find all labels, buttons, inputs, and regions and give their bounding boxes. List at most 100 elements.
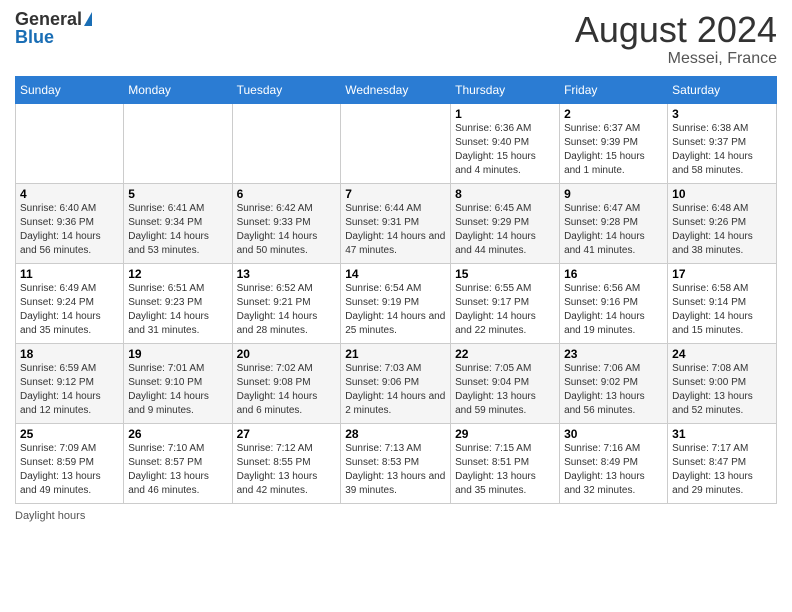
day-number: 22 (455, 347, 555, 361)
day-info: Sunrise: 7:01 AM Sunset: 9:10 PM Dayligh… (128, 362, 227, 418)
day-info: Sunrise: 6:55 AM Sunset: 9:17 PM Dayligh… (455, 282, 555, 338)
logo-blue-text: Blue (15, 28, 54, 46)
day-info: Sunrise: 6:47 AM Sunset: 9:28 PM Dayligh… (564, 202, 663, 258)
day-info: Sunrise: 7:03 AM Sunset: 9:06 PM Dayligh… (345, 362, 446, 418)
calendar-cell: 8Sunrise: 6:45 AM Sunset: 9:29 PM Daylig… (451, 183, 560, 263)
day-number: 9 (564, 187, 663, 201)
calendar-cell: 3Sunrise: 6:38 AM Sunset: 9:37 PM Daylig… (668, 103, 777, 183)
main-container: General Blue August 2024 Messei, France … (0, 0, 792, 532)
calendar-cell: 4Sunrise: 6:40 AM Sunset: 9:36 PM Daylig… (16, 183, 124, 263)
day-info: Sunrise: 6:54 AM Sunset: 9:19 PM Dayligh… (345, 282, 446, 338)
calendar-cell: 29Sunrise: 7:15 AM Sunset: 8:51 PM Dayli… (451, 423, 560, 503)
day-number: 13 (237, 267, 337, 281)
day-number: 30 (564, 427, 663, 441)
day-info: Sunrise: 7:12 AM Sunset: 8:55 PM Dayligh… (237, 442, 337, 498)
calendar-cell: 6Sunrise: 6:42 AM Sunset: 9:33 PM Daylig… (232, 183, 341, 263)
day-number: 15 (455, 267, 555, 281)
calendar-cell: 26Sunrise: 7:10 AM Sunset: 8:57 PM Dayli… (124, 423, 232, 503)
header-tuesday: Tuesday (232, 76, 341, 103)
calendar-cell: 23Sunrise: 7:06 AM Sunset: 9:02 PM Dayli… (560, 343, 668, 423)
day-info: Sunrise: 6:38 AM Sunset: 9:37 PM Dayligh… (672, 122, 772, 178)
day-number: 1 (455, 107, 555, 121)
day-number: 21 (345, 347, 446, 361)
calendar-cell: 28Sunrise: 7:13 AM Sunset: 8:53 PM Dayli… (341, 423, 451, 503)
day-number: 17 (672, 267, 772, 281)
day-info: Sunrise: 6:51 AM Sunset: 9:23 PM Dayligh… (128, 282, 227, 338)
location: Messei, France (575, 50, 777, 68)
day-number: 19 (128, 347, 227, 361)
calendar-cell: 7Sunrise: 6:44 AM Sunset: 9:31 PM Daylig… (341, 183, 451, 263)
header: General Blue August 2024 Messei, France (15, 10, 777, 68)
day-info: Sunrise: 6:36 AM Sunset: 9:40 PM Dayligh… (455, 122, 555, 178)
day-number: 14 (345, 267, 446, 281)
day-info: Sunrise: 6:37 AM Sunset: 9:39 PM Dayligh… (564, 122, 663, 178)
day-info: Sunrise: 6:58 AM Sunset: 9:14 PM Dayligh… (672, 282, 772, 338)
day-info: Sunrise: 6:41 AM Sunset: 9:34 PM Dayligh… (128, 202, 227, 258)
day-info: Sunrise: 7:08 AM Sunset: 9:00 PM Dayligh… (672, 362, 772, 418)
calendar-cell: 20Sunrise: 7:02 AM Sunset: 9:08 PM Dayli… (232, 343, 341, 423)
day-info: Sunrise: 7:06 AM Sunset: 9:02 PM Dayligh… (564, 362, 663, 418)
day-info: Sunrise: 7:16 AM Sunset: 8:49 PM Dayligh… (564, 442, 663, 498)
day-info: Sunrise: 6:45 AM Sunset: 9:29 PM Dayligh… (455, 202, 555, 258)
header-thursday: Thursday (451, 76, 560, 103)
calendar-cell: 9Sunrise: 6:47 AM Sunset: 9:28 PM Daylig… (560, 183, 668, 263)
logo: General Blue (15, 10, 92, 46)
day-number: 20 (237, 347, 337, 361)
day-info: Sunrise: 7:17 AM Sunset: 8:47 PM Dayligh… (672, 442, 772, 498)
calendar-cell: 5Sunrise: 6:41 AM Sunset: 9:34 PM Daylig… (124, 183, 232, 263)
header-wednesday: Wednesday (341, 76, 451, 103)
calendar-cell: 2Sunrise: 6:37 AM Sunset: 9:39 PM Daylig… (560, 103, 668, 183)
calendar-cell: 16Sunrise: 6:56 AM Sunset: 9:16 PM Dayli… (560, 263, 668, 343)
day-info: Sunrise: 7:13 AM Sunset: 8:53 PM Dayligh… (345, 442, 446, 498)
calendar-cell: 12Sunrise: 6:51 AM Sunset: 9:23 PM Dayli… (124, 263, 232, 343)
calendar-cell: 17Sunrise: 6:58 AM Sunset: 9:14 PM Dayli… (668, 263, 777, 343)
calendar-cell: 15Sunrise: 6:55 AM Sunset: 9:17 PM Dayli… (451, 263, 560, 343)
calendar-cell: 14Sunrise: 6:54 AM Sunset: 9:19 PM Dayli… (341, 263, 451, 343)
day-info: Sunrise: 6:59 AM Sunset: 9:12 PM Dayligh… (20, 362, 119, 418)
calendar-cell: 11Sunrise: 6:49 AM Sunset: 9:24 PM Dayli… (16, 263, 124, 343)
calendar-cell: 22Sunrise: 7:05 AM Sunset: 9:04 PM Dayli… (451, 343, 560, 423)
day-info: Sunrise: 7:10 AM Sunset: 8:57 PM Dayligh… (128, 442, 227, 498)
day-info: Sunrise: 6:56 AM Sunset: 9:16 PM Dayligh… (564, 282, 663, 338)
calendar-cell: 18Sunrise: 6:59 AM Sunset: 9:12 PM Dayli… (16, 343, 124, 423)
footer: Daylight hours (15, 510, 777, 522)
day-number: 28 (345, 427, 446, 441)
day-number: 31 (672, 427, 772, 441)
calendar-cell: 25Sunrise: 7:09 AM Sunset: 8:59 PM Dayli… (16, 423, 124, 503)
day-number: 16 (564, 267, 663, 281)
header-saturday: Saturday (668, 76, 777, 103)
calendar-cell: 13Sunrise: 6:52 AM Sunset: 9:21 PM Dayli… (232, 263, 341, 343)
calendar-table: SundayMondayTuesdayWednesdayThursdayFrid… (15, 76, 777, 504)
header-monday: Monday (124, 76, 232, 103)
day-number: 8 (455, 187, 555, 201)
month-title: August 2024 (575, 10, 777, 50)
calendar-cell: 10Sunrise: 6:48 AM Sunset: 9:26 PM Dayli… (668, 183, 777, 263)
calendar-cell: 1Sunrise: 6:36 AM Sunset: 9:40 PM Daylig… (451, 103, 560, 183)
calendar-cell: 21Sunrise: 7:03 AM Sunset: 9:06 PM Dayli… (341, 343, 451, 423)
day-info: Sunrise: 6:49 AM Sunset: 9:24 PM Dayligh… (20, 282, 119, 338)
logo-triangle-icon (84, 12, 92, 26)
daylight-label: Daylight hours (15, 510, 85, 522)
calendar-cell: 24Sunrise: 7:08 AM Sunset: 9:00 PM Dayli… (668, 343, 777, 423)
day-number: 11 (20, 267, 119, 281)
day-number: 4 (20, 187, 119, 201)
title-section: August 2024 Messei, France (575, 10, 777, 68)
day-info: Sunrise: 6:44 AM Sunset: 9:31 PM Dayligh… (345, 202, 446, 258)
calendar-cell: 30Sunrise: 7:16 AM Sunset: 8:49 PM Dayli… (560, 423, 668, 503)
day-number: 24 (672, 347, 772, 361)
day-info: Sunrise: 7:15 AM Sunset: 8:51 PM Dayligh… (455, 442, 555, 498)
calendar-cell (16, 103, 124, 183)
calendar-cell: 19Sunrise: 7:01 AM Sunset: 9:10 PM Dayli… (124, 343, 232, 423)
day-number: 23 (564, 347, 663, 361)
logo-general-text: General (15, 10, 82, 28)
day-number: 3 (672, 107, 772, 121)
calendar-week-2: 11Sunrise: 6:49 AM Sunset: 9:24 PM Dayli… (16, 263, 777, 343)
day-info: Sunrise: 6:42 AM Sunset: 9:33 PM Dayligh… (237, 202, 337, 258)
day-info: Sunrise: 6:48 AM Sunset: 9:26 PM Dayligh… (672, 202, 772, 258)
day-number: 10 (672, 187, 772, 201)
header-sunday: Sunday (16, 76, 124, 103)
calendar-week-3: 18Sunrise: 6:59 AM Sunset: 9:12 PM Dayli… (16, 343, 777, 423)
calendar-cell (232, 103, 341, 183)
day-info: Sunrise: 7:02 AM Sunset: 9:08 PM Dayligh… (237, 362, 337, 418)
calendar-cell: 27Sunrise: 7:12 AM Sunset: 8:55 PM Dayli… (232, 423, 341, 503)
